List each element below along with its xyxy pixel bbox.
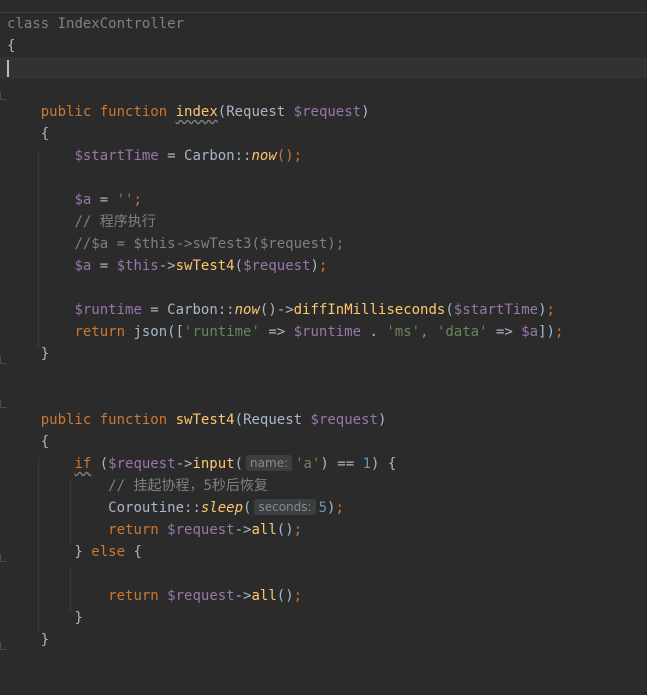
function-keyword: function <box>99 104 168 120</box>
static-method: now <box>251 148 277 164</box>
return-keyword: return <box>108 588 159 604</box>
var: $a <box>74 192 92 208</box>
var: $startTime <box>74 148 159 164</box>
string: 'runtime' <box>184 324 260 340</box>
function-name-swtest4: swTest4 <box>175 412 235 428</box>
code-editor[interactable]: class IndexController { public function … <box>0 13 647 666</box>
code-line[interactable]: $startTime = Carbon::now(); <box>0 145 647 167</box>
var: $runtime <box>74 302 142 318</box>
function-name-index: index <box>175 104 218 120</box>
class-ref: Carbon <box>184 148 235 164</box>
param-var: $request <box>310 412 378 428</box>
string: '' <box>116 192 134 208</box>
brace: } <box>40 346 50 362</box>
code-line[interactable]: Coroutine::sleep(seconds: 5); <box>0 497 647 519</box>
function-call: json <box>133 324 168 340</box>
class-ref: Coroutine <box>108 500 185 516</box>
code-line[interactable]: $runtime = Carbon::now()->diffInMillisec… <box>0 299 647 321</box>
code-line[interactable]: return $request->all(); <box>0 519 647 541</box>
param-hint: name: <box>246 455 293 471</box>
code-line[interactable]: $a = ''; <box>0 189 647 211</box>
code-line[interactable]: { <box>0 35 647 57</box>
return-keyword: return <box>74 324 126 340</box>
var: $a <box>521 324 539 340</box>
string: 'data' <box>436 324 488 340</box>
code-line[interactable]: return json(['runtime' => $runtime . 'ms… <box>0 321 647 343</box>
code-line[interactable]: { <box>0 123 647 145</box>
param-hint: seconds: <box>254 499 316 515</box>
comment: // 挂起协程，5秒后恢复 <box>108 478 268 494</box>
code-line[interactable]: return $request->all(); <box>0 585 647 607</box>
code-line[interactable]: public function swTest4(Request $request… <box>0 409 647 431</box>
code-line[interactable]: } else { <box>0 541 647 563</box>
brace: } <box>74 610 83 626</box>
else-keyword: else <box>91 544 126 560</box>
code-line[interactable]: //$a = $this->swTest3($request); <box>0 233 647 255</box>
static-method: now <box>234 302 260 318</box>
var: $request <box>243 258 311 274</box>
code-line[interactable]: class IndexController <box>0 13 647 35</box>
var: $request <box>167 588 235 604</box>
var: $runtime <box>293 324 362 340</box>
comment: // 程序执行 <box>74 214 156 230</box>
number: 5 <box>318 500 327 516</box>
brace: { <box>40 126 50 142</box>
code-line[interactable]: $a = $this->swTest4($request); <box>0 255 647 277</box>
code-line[interactable]: { <box>0 431 647 453</box>
method-call: swTest4 <box>175 258 235 274</box>
class-ref: Carbon <box>167 302 218 318</box>
code-line[interactable]: public function index(Request $request) <box>0 101 647 123</box>
class-keyword: class <box>7 16 50 32</box>
code-line[interactable]: } <box>0 343 647 365</box>
code-line[interactable]: } <box>0 629 647 651</box>
class-name: IndexController <box>57 16 185 32</box>
public-keyword: public <box>40 104 92 120</box>
static-method: sleep <box>200 500 244 516</box>
method-call: all <box>251 522 277 538</box>
code-line[interactable]: } <box>0 607 647 629</box>
brace: { <box>40 434 50 450</box>
method-call: input <box>192 456 235 472</box>
code-line[interactable]: if ($request->input(name:'a') == 1) { <box>0 453 647 475</box>
var: $a <box>74 258 92 274</box>
brace: } <box>40 632 50 648</box>
param-var: $request <box>293 104 362 120</box>
string: 'ms' <box>386 324 421 340</box>
number: 1 <box>362 456 372 472</box>
brace: { <box>7 38 16 54</box>
public-keyword: public <box>40 412 92 428</box>
method-call: all <box>251 588 277 604</box>
var: $request <box>167 522 235 538</box>
var: $startTime <box>453 302 539 318</box>
method-call: diffInMilliseconds <box>293 302 446 318</box>
code-line[interactable]: // 程序执行 <box>0 211 647 233</box>
var: $request <box>108 456 176 472</box>
string: 'a' <box>295 456 321 472</box>
text-caret <box>7 60 9 77</box>
if-keyword: if <box>74 456 92 472</box>
comment: //$a = $this->swTest3($request); <box>74 236 345 252</box>
param-type: Request <box>226 104 286 120</box>
return-keyword: return <box>108 522 159 538</box>
code-line[interactable]: // 挂起协程，5秒后恢复 <box>0 475 647 497</box>
function-keyword: function <box>99 412 168 428</box>
param-type: Request <box>243 412 303 428</box>
this-var: $this <box>116 258 159 274</box>
code-line-current[interactable] <box>0 57 647 79</box>
